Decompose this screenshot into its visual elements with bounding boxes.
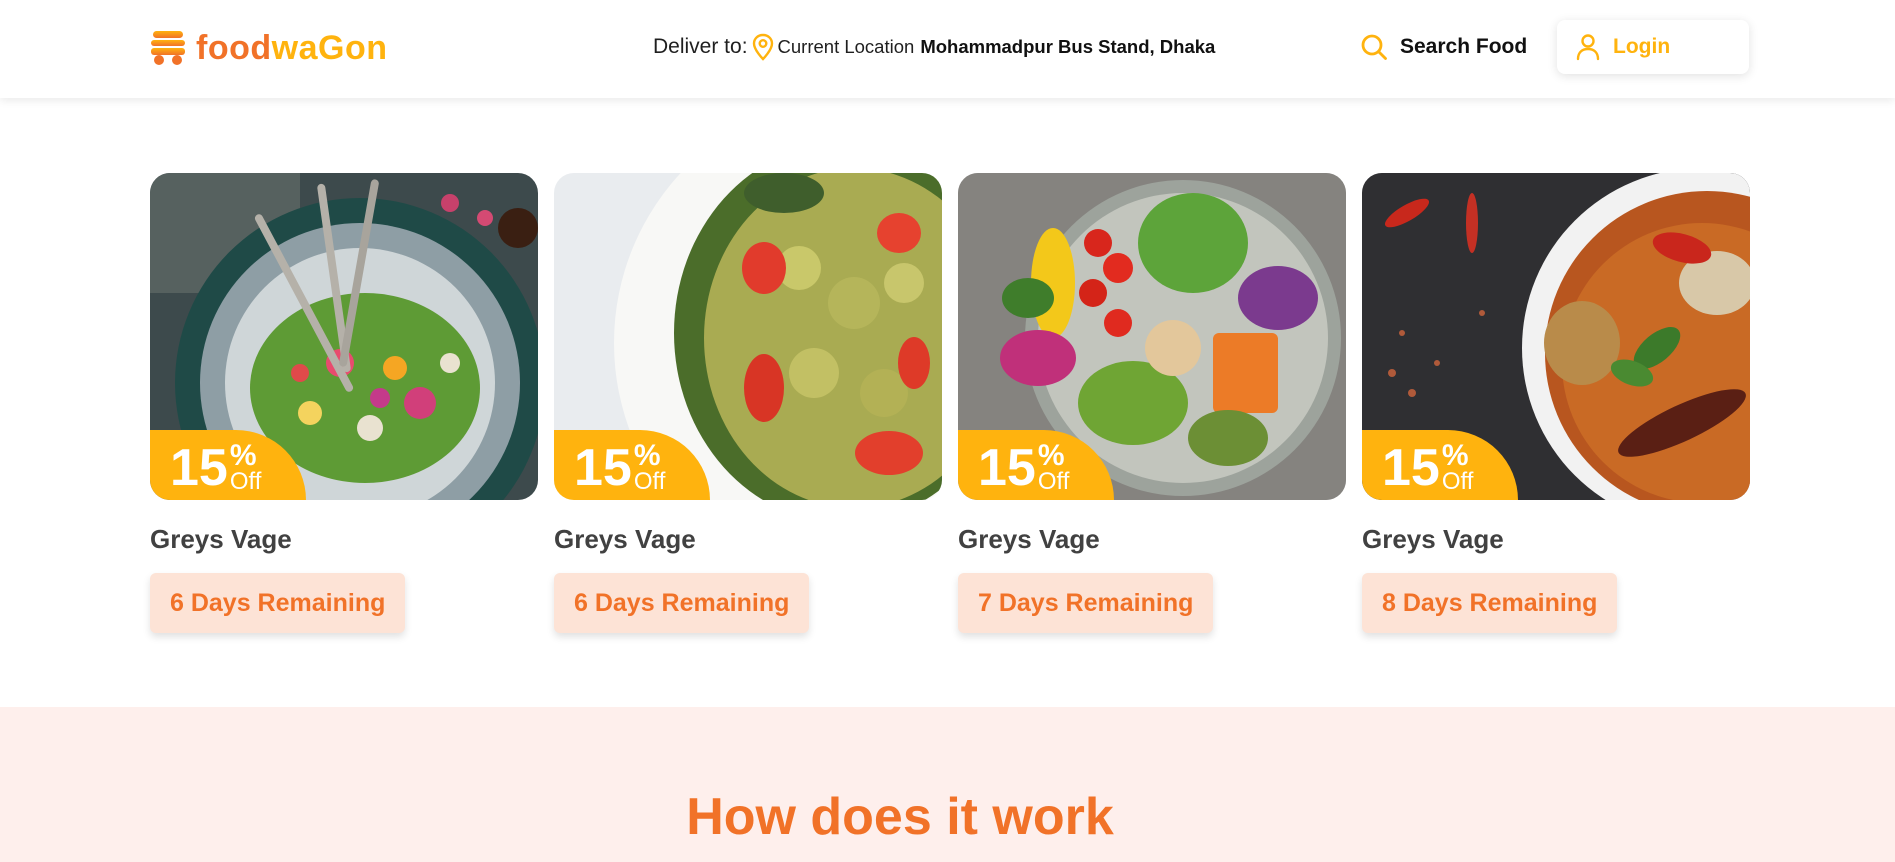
days-remaining-button[interactable]: 6 Days Remaining	[554, 573, 810, 633]
location-pin-icon	[752, 33, 773, 61]
discount-value: 15	[1382, 439, 1440, 497]
deal-title[interactable]: Greys Vage	[554, 524, 942, 555]
search-icon	[1361, 34, 1387, 60]
deliver-label: Deliver to:	[653, 35, 748, 58]
deal-title[interactable]: Greys Vage	[1362, 524, 1750, 555]
logo-text-wagon: waGon	[271, 29, 388, 67]
login-label: Login	[1613, 35, 1671, 58]
discount-off-label: Off	[1441, 468, 1474, 495]
deal-card[interactable]: 15 % Off Greys Vage 6 Days Remaining	[554, 173, 942, 633]
discount-off-label: Off	[229, 468, 262, 495]
deal-card[interactable]: 15 % Off Greys Vage 8 Days Remaining	[1362, 173, 1750, 633]
days-remaining-button[interactable]: 6 Days Remaining	[150, 573, 406, 633]
logo-text-food: food	[196, 29, 272, 67]
discount-off-label: Off	[1037, 468, 1070, 495]
discount-percent-sign: %	[1037, 439, 1065, 472]
user-icon	[1576, 34, 1600, 61]
deliver-location[interactable]: Deliver to: Current Location Mohammadpur…	[653, 33, 1215, 61]
deal-title[interactable]: Greys Vage	[958, 524, 1346, 555]
discount-off-label: Off	[633, 468, 666, 495]
top-navbar: foodwaGon Deliver to: Current Location M…	[0, 0, 1895, 98]
brand-logo[interactable]: foodwaGon	[150, 28, 387, 68]
deal-image[interactable]: 15 % Off	[554, 173, 942, 500]
discount-percent-sign: %	[633, 439, 661, 472]
deal-image[interactable]: 15 % Off	[150, 173, 538, 500]
days-remaining-button[interactable]: 8 Days Remaining	[1362, 573, 1618, 633]
delivery-address: Mohammadpur Bus Stand, Dhaka	[920, 36, 1216, 57]
food-wagon-icon	[151, 31, 185, 65]
deal-image[interactable]: 15 % Off	[958, 173, 1346, 500]
discount-percent-sign: %	[1441, 439, 1469, 472]
search-food-label: Search Food	[1400, 35, 1528, 58]
how-it-works-section: How does it work	[0, 707, 1895, 862]
deal-card[interactable]: 15 % Off Greys Vage 7 Days Remaining	[958, 173, 1346, 633]
discount-value: 15	[574, 439, 632, 497]
discount-value: 15	[170, 439, 228, 497]
days-remaining-button[interactable]: 7 Days Remaining	[958, 573, 1214, 633]
search-food-button[interactable]: Search Food	[1360, 33, 1527, 61]
how-it-works-title: How does it work	[686, 788, 1114, 846]
deal-image[interactable]: 15 % Off	[1362, 173, 1750, 500]
discount-value: 15	[978, 439, 1036, 497]
current-location-label: Current Location	[777, 36, 915, 57]
deal-card[interactable]: 15 % Off Greys Vage 6 Days Remaining	[150, 173, 538, 633]
login-button[interactable]: Login	[1557, 20, 1749, 74]
discount-percent-sign: %	[229, 439, 257, 472]
deal-title[interactable]: Greys Vage	[150, 524, 538, 555]
